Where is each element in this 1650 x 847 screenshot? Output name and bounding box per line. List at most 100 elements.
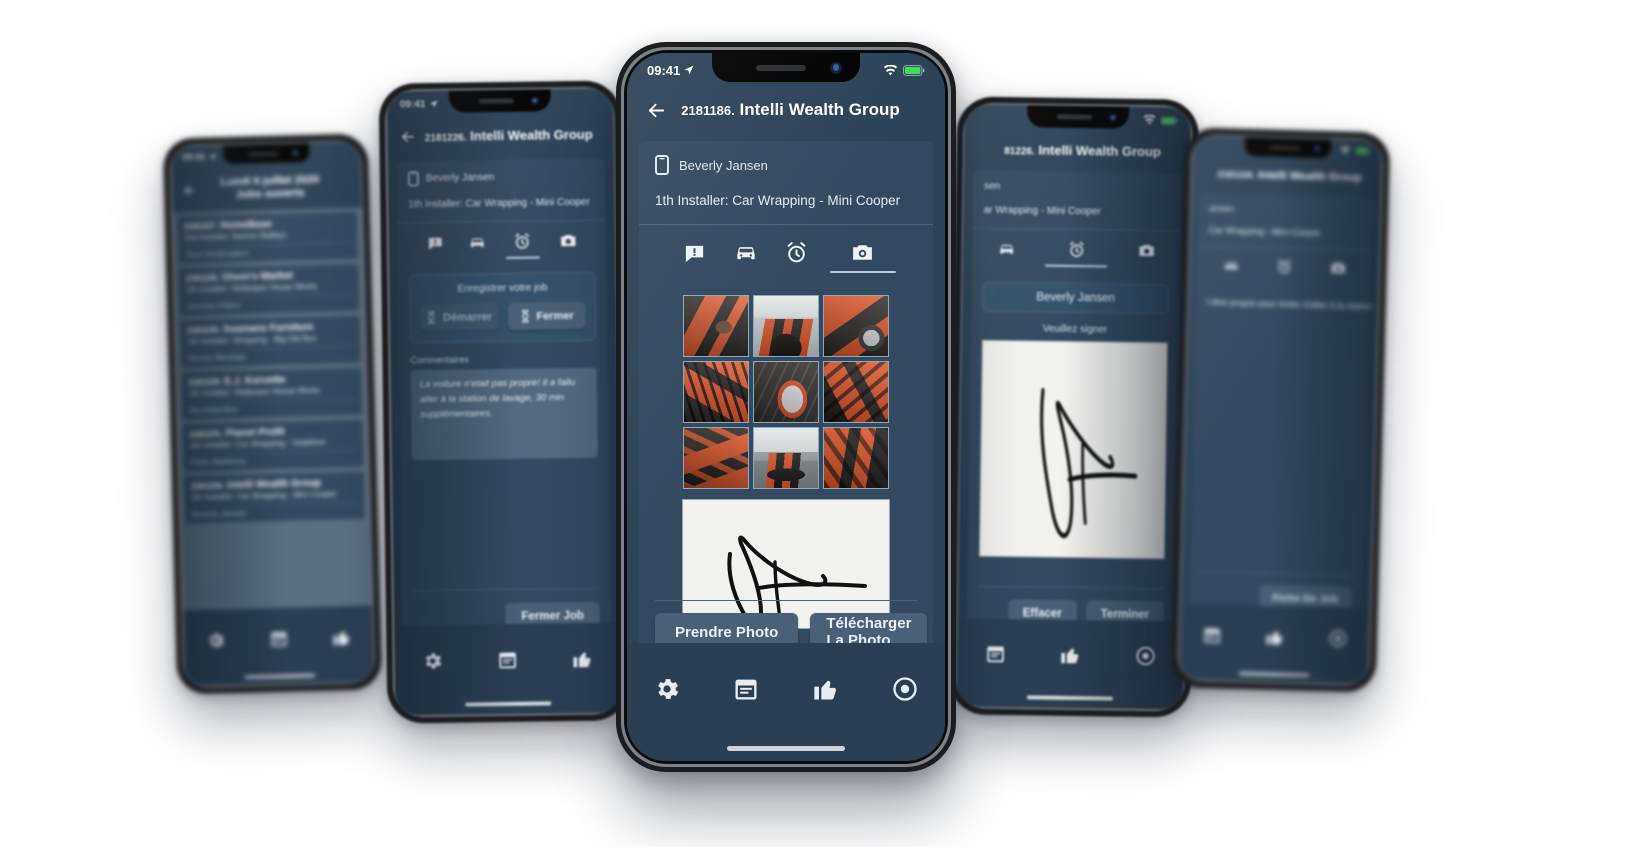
photo-thumbnail[interactable] — [753, 361, 819, 423]
photo-thumbnail[interactable] — [753, 427, 819, 489]
navbar: 81226. Intelli Wealth Group — [964, 130, 1190, 169]
job-number: 2181228. — [185, 273, 219, 284]
job-list-item[interactable]: 2181231. Planet Profit 1th Installer: Ca… — [183, 419, 364, 472]
battery-icon — [1161, 116, 1178, 125]
alarm-clock-icon — [1067, 240, 1086, 259]
job-contact: Beverly Jansen — [191, 508, 247, 520]
tab-car[interactable] — [993, 239, 1019, 266]
battery-icon — [903, 64, 925, 76]
signer-name-field[interactable]: Beverly Jansen — [982, 281, 1169, 315]
calendar-icon[interactable] — [496, 649, 518, 671]
job-name: E.J. Korvette — [224, 374, 286, 388]
tab-camera[interactable] — [555, 231, 581, 258]
record-icon[interactable] — [1135, 645, 1157, 667]
thumbs-up-icon[interactable] — [812, 675, 840, 703]
signature-preview[interactable] — [682, 499, 890, 629]
photo-thumbnail[interactable] — [683, 427, 749, 489]
page-title: 2181226. Intelli Wealth Group — [1202, 168, 1371, 184]
calendar-icon[interactable] — [268, 629, 289, 650]
tab-alert[interactable] — [677, 242, 713, 273]
thumbs-up-icon[interactable] — [1264, 627, 1285, 648]
job-contact: Pieke Bekkema — [190, 456, 246, 468]
alarm-clock-icon — [1276, 258, 1293, 275]
page-title: 2181186. Intelli Wealth Group — [668, 100, 927, 120]
back-arrow-icon[interactable] — [399, 128, 416, 145]
tab-bar — [983, 229, 1169, 269]
photo-thumbnail[interactable] — [823, 427, 889, 489]
calendar-icon[interactable] — [1201, 625, 1222, 646]
photo-thumbnail[interactable] — [823, 361, 889, 423]
stop-timer-button[interactable]: Fermer — [507, 301, 586, 330]
gear-icon[interactable] — [421, 650, 443, 672]
photo-grid — [683, 295, 889, 489]
hourglass-icon — [426, 311, 437, 324]
tab-camera[interactable] — [829, 240, 896, 273]
photo-thumbnail[interactable] — [683, 295, 749, 357]
back-arrow-icon[interactable] — [645, 99, 668, 122]
signature-pad[interactable] — [978, 339, 1168, 560]
back-arrow-icon[interactable] — [182, 182, 197, 197]
sign-prompt: Veuillez signer — [1042, 323, 1108, 336]
photo-thumbnail[interactable] — [683, 361, 749, 423]
job-number: 2181227. — [183, 221, 218, 232]
tab-time[interactable] — [505, 231, 540, 259]
tab-camera[interactable] — [1326, 259, 1349, 285]
job-contact: Jasmine Fitters — [186, 300, 241, 312]
job-name: Olson's Market — [221, 270, 293, 284]
status-time: 09:41 — [647, 63, 694, 78]
car-icon — [997, 239, 1016, 258]
calendar-icon[interactable] — [732, 675, 760, 703]
gear-icon[interactable] — [653, 675, 681, 703]
job-list-item[interactable]: 2181226. Intelli Wealth Group 1th Instal… — [184, 471, 365, 524]
tab-bar — [408, 221, 594, 261]
comments-field[interactable]: La voiture n'etait pas propre! Il a fall… — [410, 367, 598, 461]
photo-thumbnail[interactable] — [823, 295, 889, 357]
contact-name: Beverly Jansen — [679, 157, 768, 173]
thumbs-up-icon[interactable] — [331, 627, 352, 648]
timer-panel: Enregistrer votre job Démarrer Fermer — [409, 271, 597, 344]
job-number: 2181229. — [188, 377, 222, 388]
job-list-item[interactable]: 2181228. Olson's Market 1th Installer: W… — [179, 263, 360, 316]
page-title-subtitle: Jobs ouverts — [235, 187, 305, 201]
photo-thumbnail[interactable] — [753, 295, 819, 357]
tab-camera[interactable] — [1133, 241, 1159, 268]
job-list-item[interactable]: 2181230. Seamans Furniture 1th Installer… — [180, 315, 361, 368]
wifi-icon — [1340, 146, 1351, 155]
alert-message-icon — [683, 242, 706, 265]
start-timer-button[interactable]: Démarrer — [419, 303, 499, 332]
car-icon — [1222, 256, 1239, 273]
phone-photos: 09:41 2181186. Intelli Wealth Group Beve… — [616, 42, 956, 772]
gear-icon[interactable] — [205, 630, 226, 651]
thumbs-up-icon[interactable] — [1059, 644, 1081, 666]
job-name: Intelli Wealth Group — [1038, 141, 1162, 159]
tab-time[interactable] — [1044, 240, 1107, 268]
status-time: 09:41 — [182, 151, 216, 162]
calendar-icon[interactable] — [984, 643, 1006, 665]
camera-icon — [850, 240, 875, 265]
phone-icon — [655, 155, 669, 175]
job-name: Planet Profit — [225, 426, 285, 440]
tab-car[interactable] — [728, 239, 764, 273]
tab-car[interactable] — [464, 232, 490, 259]
installer-line-fragment: ar Wrapping - Mini Cooper — [983, 204, 1101, 218]
car-icon — [467, 232, 486, 251]
contact-name-fragment: sen — [983, 180, 1001, 192]
tab-bar — [1207, 247, 1361, 285]
job-note-fragment: t être propre pour éviter d'aller à la s… — [1206, 297, 1374, 312]
job-contact: Teun Hooijmaijers — [184, 248, 249, 260]
car-icon — [733, 239, 759, 265]
phone-mockup-showcase: 09:41 Lundi 6 juillet 2020 Jobs ouverts — [0, 0, 1650, 847]
tab-car[interactable] — [1219, 256, 1242, 282]
tab-alert[interactable] — [422, 235, 448, 260]
page-title: 2181226. Intelli Wealth Group — [416, 126, 601, 144]
tab-time[interactable] — [779, 240, 815, 273]
job-list-item[interactable]: 2181227. HomeBase 2nd Installer: Banner … — [177, 211, 358, 264]
thumbs-up-icon[interactable] — [572, 648, 594, 670]
tab-time[interactable] — [1273, 258, 1296, 284]
record-icon[interactable] — [1327, 628, 1348, 649]
job-list-item[interactable]: 2181229. E.J. Korvette 1th Installer: Wa… — [181, 367, 363, 420]
contact-name: Beverly Jansen — [425, 172, 495, 185]
record-icon[interactable] — [891, 675, 919, 703]
phone-icon — [408, 171, 419, 187]
start-timer-label: Démarrer — [443, 310, 493, 324]
